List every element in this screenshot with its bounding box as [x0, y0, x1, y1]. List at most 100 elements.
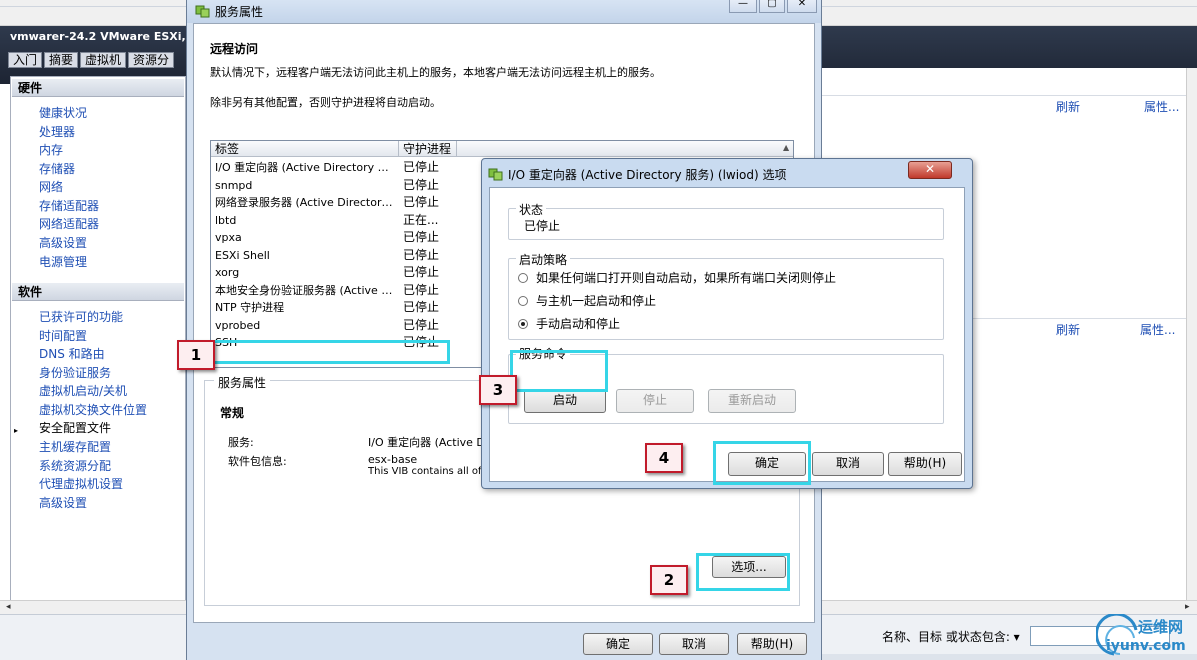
service-daemon-status: 已停止 — [403, 317, 440, 332]
sidebar-item-memory[interactable]: 内存 — [39, 142, 63, 158]
restart-button[interactable]: 重新启动 — [708, 389, 796, 413]
scroll-left-icon[interactable]: ◂ — [6, 602, 11, 612]
service-label: lbtd — [215, 213, 237, 227]
column-daemon[interactable]: 守护进程 — [399, 141, 457, 157]
ok-button[interactable]: 确定 — [583, 633, 653, 655]
sidebar-item-swapfile-location[interactable]: 虚拟机交换文件位置 — [39, 402, 147, 418]
watermark-url: iyunv.com — [1106, 638, 1186, 654]
service-label: 本地安全身份验证服务器 (Active Directory 服务) — [215, 283, 395, 297]
options-dialog-title: I/O 重定向器 (Active Directory 服务) (lwiod) 选… — [508, 168, 787, 182]
sidebar-item-storage-adapters[interactable]: 存储适配器 — [39, 198, 99, 214]
service-daemon-status: 已停止 — [403, 247, 440, 262]
service-daemon-status: 已停止 — [403, 265, 440, 279]
close-button[interactable]: ✕ — [908, 161, 952, 179]
minimize-button[interactable]: — — [729, 0, 757, 13]
remote-access-heading: 远程访问 — [210, 42, 259, 56]
cancel-button[interactable]: 取消 — [659, 633, 729, 655]
sidebar-item-network-adapters[interactable]: 网络适配器 — [39, 216, 99, 232]
maximize-button[interactable]: ▢ — [759, 0, 785, 13]
general-heading: 常规 — [220, 406, 245, 420]
policy-label: 与主机一起启动和停止 — [536, 294, 657, 308]
refresh-link[interactable]: 刷新 — [1056, 321, 1080, 338]
radio-button-selected[interactable] — [518, 318, 528, 329]
policy-label: 手动启动和停止 — [536, 317, 621, 331]
configuration-sidebar: 硬件 健康状况 处理器 内存 存储器 网络 存储适配器 网络适配器 高级设置 电… — [10, 76, 186, 616]
properties-link[interactable]: 属性... — [1140, 321, 1175, 338]
stop-button[interactable]: 停止 — [616, 389, 694, 413]
sidebar-item-advanced-settings[interactable]: 高级设置 — [39, 235, 87, 251]
service-daemon-status: 已停止 — [403, 160, 440, 174]
help-button[interactable]: 帮助(H) — [737, 633, 807, 655]
close-button[interactable]: ✕ — [787, 0, 817, 13]
policy-manual[interactable]: 手动启动和停止 — [518, 315, 620, 332]
service-field-value: I/O 重定向器 (Active Directory 服务) — [368, 436, 486, 449]
hardware-heading: 硬件 — [12, 79, 184, 97]
sidebar-item-time-config[interactable]: 时间配置 — [39, 328, 87, 344]
scroll-up-icon[interactable]: ▲ — [783, 143, 789, 152]
properties-link[interactable]: 属性... — [1144, 98, 1179, 115]
options-dialog-titlebar[interactable]: I/O 重定向器 (Active Directory 服务) (lwiod) 选… — [482, 159, 972, 187]
service-label: xorg — [215, 266, 240, 279]
sidebar-item-health[interactable]: 健康状况 — [39, 105, 87, 121]
tab-resource-allocation[interactable]: 资源分 — [128, 52, 175, 68]
sidebar-item-storage[interactable]: 存储器 — [39, 161, 75, 177]
step-badge-3: 3 — [479, 375, 517, 405]
policy-auto-ports[interactable]: 如果任何端口打开则自动启动，如果所有端口关闭则停止 — [518, 269, 836, 286]
sidebar-item-security-profile[interactable]: 安全配置文件 — [39, 420, 111, 436]
radio-button[interactable] — [518, 295, 528, 306]
remote-access-description: 默认情况下，远程客户端无法访问此主机上的服务，本地客户端无法访问远程主机上的服务… — [210, 66, 661, 79]
sidebar-item-licensed-features[interactable]: 已获许可的功能 — [39, 309, 123, 325]
service-label: I/O 重定向器 (Active Directory 服务) — [215, 161, 395, 174]
ssh-row-highlight — [210, 340, 450, 364]
service-daemon-status: 已停止 — [403, 177, 440, 192]
startup-policy-heading: 启动策略 — [516, 251, 571, 268]
section-divider — [820, 95, 1186, 96]
service-options-dialog: I/O 重定向器 (Active Directory 服务) (lwiod) 选… — [481, 158, 973, 489]
tab-vms[interactable]: 虚拟机 — [80, 52, 127, 68]
help-button[interactable]: 帮助(H) — [888, 452, 962, 476]
cancel-button[interactable]: 取消 — [812, 452, 884, 476]
status-heading: 状态 — [516, 201, 547, 218]
sidebar-item-power-management[interactable]: 电源管理 — [39, 254, 87, 270]
service-field-label: 服务: — [228, 436, 254, 449]
content-vertical-scrollbar[interactable] — [1186, 68, 1197, 608]
software-heading: 软件 — [12, 283, 184, 301]
watermark-text: 运维网 — [1138, 618, 1184, 636]
sidebar-item-networking[interactable]: 网络 — [39, 179, 63, 195]
step-badge-4: 4 — [645, 443, 683, 473]
sidebar-item-vm-startup[interactable]: 虚拟机启动/关机 — [39, 383, 127, 399]
step-badge-1: 1 — [177, 340, 215, 370]
sidebar-item-host-cache[interactable]: 主机缓存配置 — [39, 439, 111, 455]
sidebar-item-processors[interactable]: 处理器 — [39, 124, 75, 140]
list-header: 标签 守护进程 — [211, 141, 793, 157]
dialog-titlebar[interactable]: 服务属性 — ▢ ✕ — [187, 0, 821, 23]
selected-item-arrow-icon: ▸ — [14, 426, 19, 435]
sidebar-item-dns-routing[interactable]: DNS 和路由 — [39, 346, 105, 362]
package-field-value: esx-base — [368, 453, 418, 466]
sidebar-item-resource-allocation[interactable]: 系统资源分配 — [39, 458, 111, 474]
start-button-highlight — [510, 350, 608, 392]
autostart-note: 除非另有其他配置，否则守护进程将自动启动。 — [210, 96, 441, 109]
service-daemon-status: 正在... — [403, 212, 439, 227]
package-description: This VIB contains all of the base functi… — [368, 466, 486, 477]
status-value: 已停止 — [524, 219, 561, 233]
vsphere-app-icon — [488, 168, 503, 181]
scroll-right-icon[interactable]: ▸ — [1185, 602, 1190, 612]
sidebar-item-auth-services[interactable]: 身份验证服务 — [39, 365, 111, 381]
service-daemon-status: 已停止 — [403, 195, 440, 209]
service-label: 网络登录服务器 (Active Directory 服务) — [215, 196, 395, 209]
sidebar-item-agent-vm-settings[interactable]: 代理虚拟机设置 — [39, 476, 123, 492]
service-daemon-status: 已停止 — [403, 282, 440, 297]
start-button[interactable]: 启动 — [524, 389, 606, 413]
filter-label: 名称、目标 或状态包含: ▾ — [882, 630, 1020, 644]
dialog-title: 服务属性 — [215, 5, 264, 19]
refresh-link[interactable]: 刷新 — [1056, 98, 1080, 115]
policy-with-host[interactable]: 与主机一起启动和停止 — [518, 292, 656, 309]
column-label[interactable]: 标签 — [211, 141, 399, 157]
tab-getting-started[interactable]: 入门 — [8, 52, 43, 68]
tab-summary[interactable]: 摘要 — [44, 52, 79, 68]
service-label: NTP 守护进程 — [215, 301, 285, 314]
host-tabs: 入门 摘要 虚拟机 资源分 — [8, 52, 176, 68]
radio-button[interactable] — [518, 272, 528, 283]
sidebar-item-advanced-settings-sw[interactable]: 高级设置 — [39, 495, 87, 511]
